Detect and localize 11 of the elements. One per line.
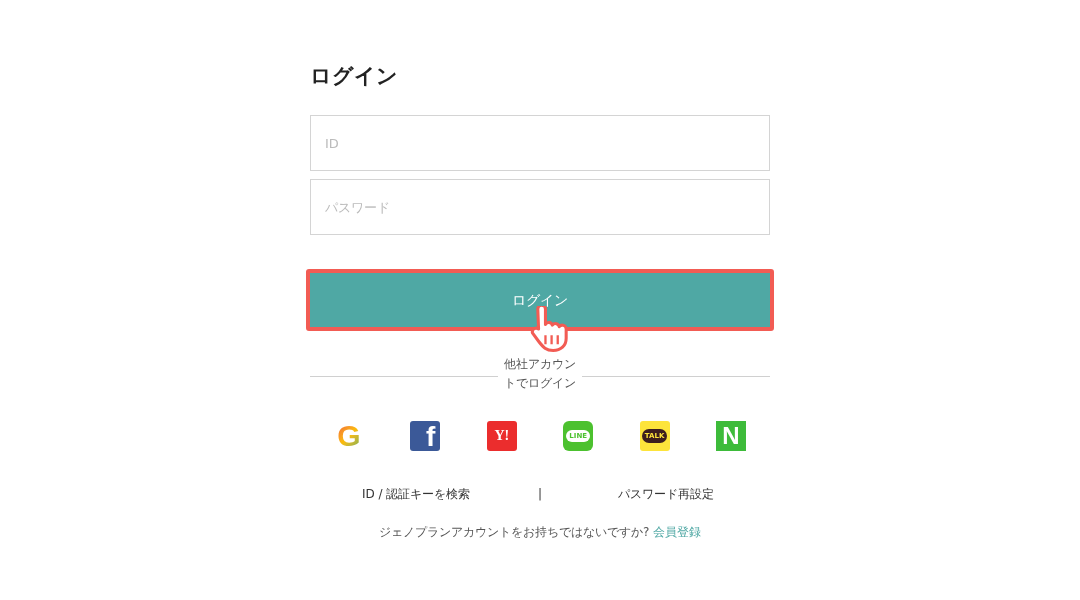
yahoo-button[interactable]: Y!	[486, 421, 517, 451]
input-field[interactable]: ID	[310, 115, 770, 171]
login-button[interactable]: ログイン	[306, 269, 774, 331]
signup-link[interactable]: 会員登録	[653, 525, 702, 539]
text-link[interactable]: パスワード再設定	[618, 485, 750, 503]
text-link[interactable]: ID / 認証キーを検索	[330, 485, 471, 503]
naver-button[interactable]: N	[715, 421, 746, 451]
facebook-button[interactable]: f	[410, 421, 441, 451]
page-title: ログイン	[310, 63, 399, 90]
signup-prompt: ジェノプランアカウントをお持ちではないですか? 会員登録	[377, 524, 703, 541]
separator-text: |	[537, 486, 542, 503]
